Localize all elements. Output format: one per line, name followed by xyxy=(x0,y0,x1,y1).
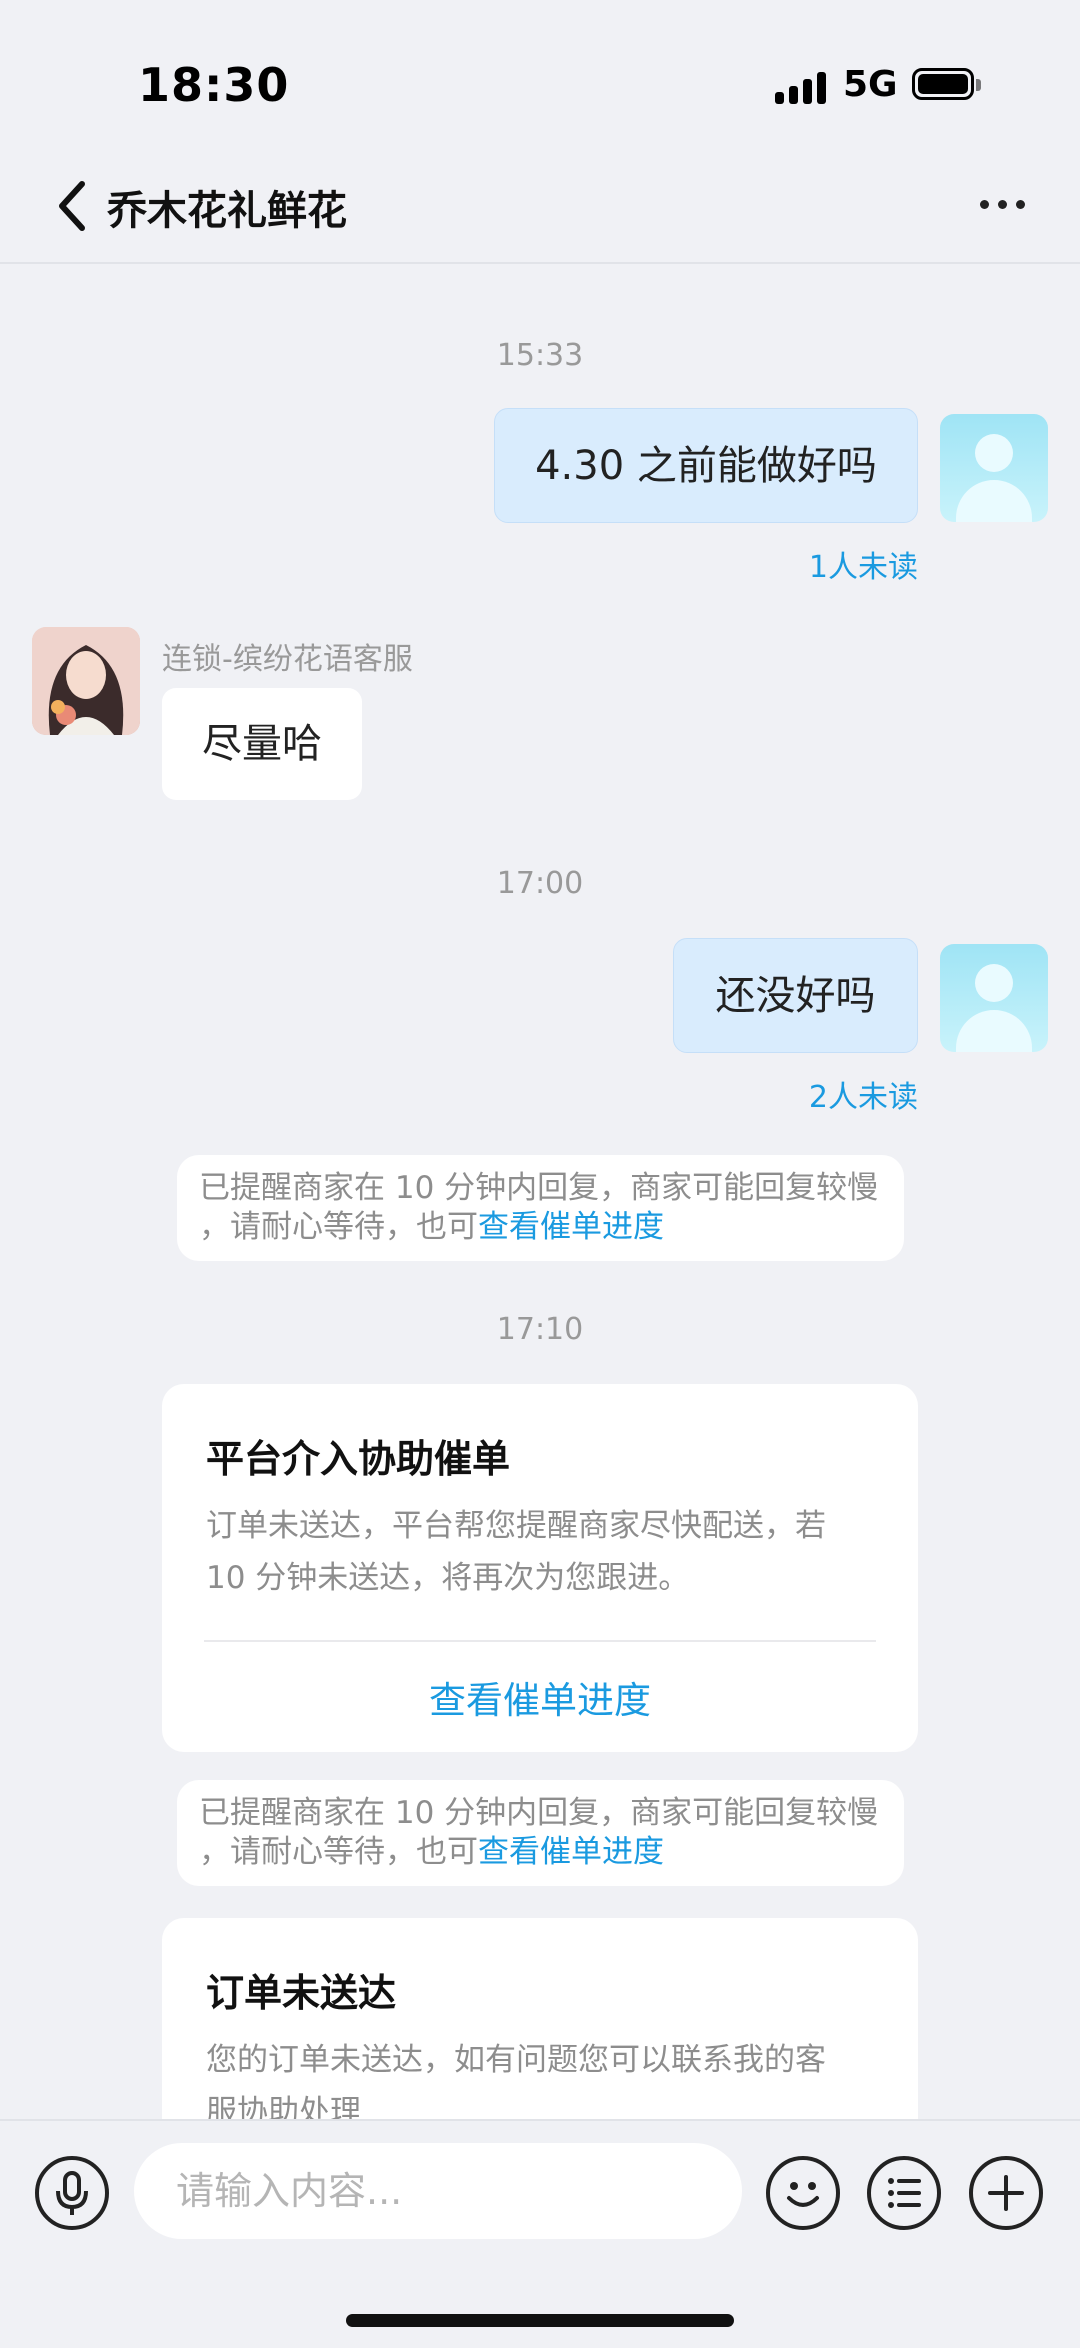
voice-icon[interactable] xyxy=(35,2156,109,2230)
card-body: 订单未送达，平台帮您提醒商家尽快配送，若 10 分钟未送达，将再次为您跟进。 xyxy=(206,1500,866,1604)
unread-status: 1人未读 xyxy=(808,550,918,585)
home-indicator xyxy=(346,2314,734,2327)
sender-name: 连锁-缤纷花语客服 xyxy=(162,642,413,677)
view-progress-button[interactable]: 查看催单进度 xyxy=(162,1670,918,1724)
add-icon[interactable] xyxy=(969,2156,1043,2230)
message-bubble-sent[interactable]: 4.30 之前能做好吗 xyxy=(494,408,918,523)
reminder-notice: 已提醒商家在 10 分钟内回复，商家可能回复较慢 ，请耐心等待，也可查看催单进度 xyxy=(177,1155,904,1261)
undelivered-card: 订单未送达 您的订单未送达，如有问题您可以联系我的客 服协助处理 xyxy=(162,1918,918,2119)
back-icon[interactable] xyxy=(52,178,96,234)
timestamp: 17:00 xyxy=(496,866,584,901)
card-body-line: 您的订单未送达，如有问题您可以联系我的客 xyxy=(206,2042,826,2078)
card-body-line: 10 分钟未送达，将再次为您跟进。 xyxy=(206,1560,690,1596)
card-body-line: 订单未送达，平台帮您提醒商家尽快配送，若 xyxy=(206,1508,826,1544)
user-avatar[interactable] xyxy=(940,944,1048,1052)
notice-line: 已提醒商家在 10 分钟内回复，商家可能回复较慢 xyxy=(199,1170,879,1206)
user-avatar[interactable] xyxy=(940,414,1048,522)
card-title: 平台介入协助催单 xyxy=(206,1437,511,1481)
card-body-line: 服协助处理 xyxy=(206,2094,361,2119)
unread-status: 2人未读 xyxy=(808,1080,918,1115)
emoji-icon[interactable] xyxy=(766,2156,840,2230)
shop-avatar[interactable] xyxy=(32,627,140,735)
message-bubble-received[interactable]: 尽量哈 xyxy=(162,688,362,800)
notice-text: ，请耐心等待，也可 xyxy=(199,1834,478,1870)
message-input[interactable] xyxy=(134,2143,742,2239)
notice-text: ，请耐心等待，也可 xyxy=(199,1209,478,1245)
reminder-notice: 已提醒商家在 10 分钟内回复，商家可能回复较慢 ，请耐心等待，也可查看催单进度 xyxy=(177,1780,904,1886)
battery-icon xyxy=(912,68,982,104)
status-bar: 18:30 5G xyxy=(0,0,1080,150)
urge-order-card: 平台介入协助催单 订单未送达，平台帮您提醒商家尽快配送，若 10 分钟未送达，将… xyxy=(162,1384,918,1752)
divider xyxy=(204,1640,876,1642)
message-bubble-sent[interactable]: 还没好吗 xyxy=(673,938,918,1053)
timestamp: 15:33 xyxy=(496,338,584,373)
timestamp: 17:10 xyxy=(496,1312,584,1347)
more-icon[interactable] xyxy=(978,194,1028,214)
status-time: 18:30 xyxy=(138,58,290,112)
network-type: 5G xyxy=(843,64,898,105)
view-progress-link[interactable]: 查看催单进度 xyxy=(478,1834,664,1870)
chat-screen: 18:30 5G 乔木花礼鲜花 15:33 4.30 之前能做好吗 1人未读 连… xyxy=(0,0,1080,2348)
message-list[interactable]: 15:33 4.30 之前能做好吗 1人未读 连锁-缤纷花语客服 尽量哈 17:… xyxy=(0,264,1080,2119)
card-body: 您的订单未送达，如有问题您可以联系我的客 服协助处理 xyxy=(206,2034,866,2119)
nav-bar: 乔木花礼鲜花 xyxy=(0,150,1080,264)
notice-line: 已提醒商家在 10 分钟内回复，商家可能回复较慢 xyxy=(199,1795,879,1831)
card-title: 订单未送达 xyxy=(206,1971,397,2015)
view-progress-link[interactable]: 查看催单进度 xyxy=(478,1209,664,1245)
quick-menu-icon[interactable] xyxy=(867,2156,941,2230)
signal-icon xyxy=(775,72,827,104)
chat-title: 乔木花礼鲜花 xyxy=(107,188,347,234)
